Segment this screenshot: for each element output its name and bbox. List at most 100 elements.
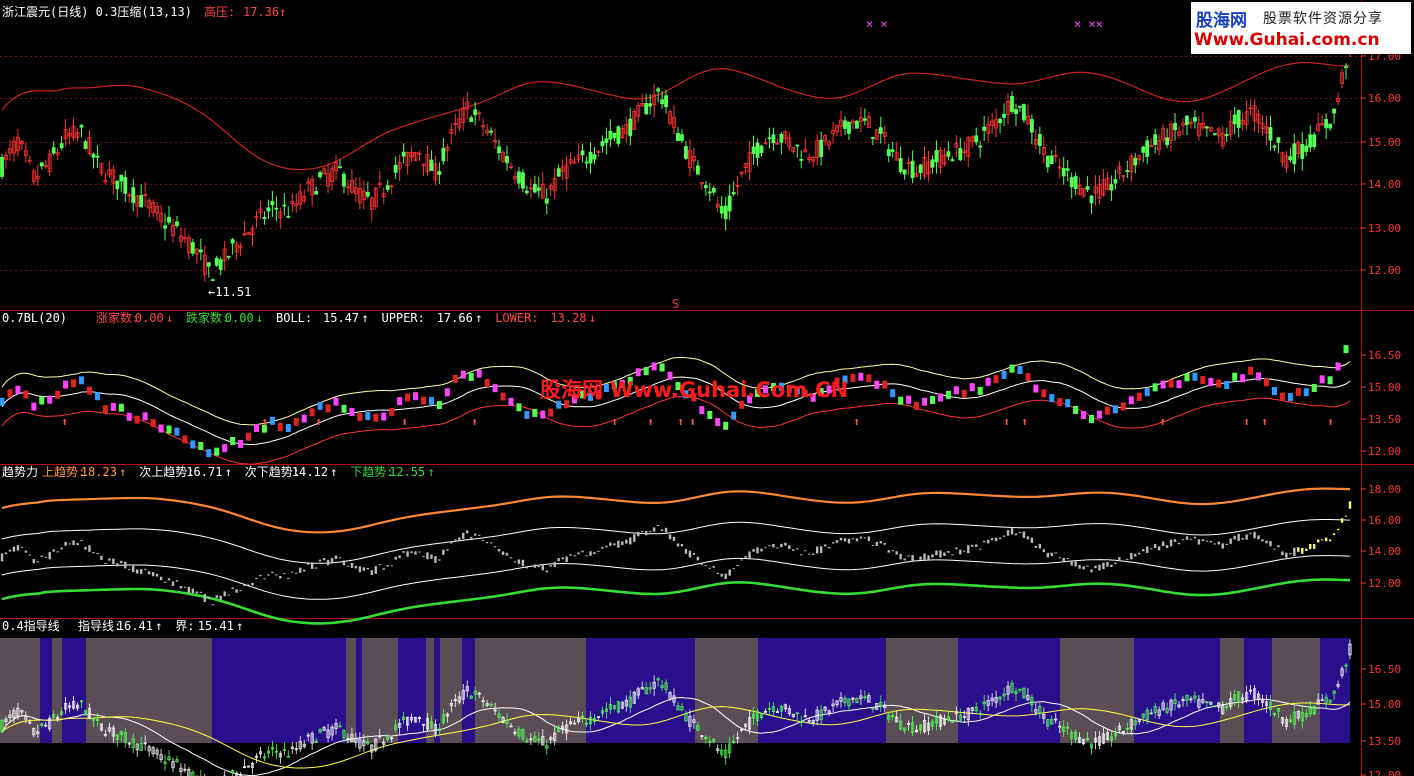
trend-bar (1086, 565, 1089, 567)
candle-body (342, 173, 346, 187)
trend-bar (823, 544, 827, 547)
legend-label: BOLL: (276, 311, 312, 325)
boll-block (63, 380, 69, 389)
candle-body (1113, 179, 1118, 184)
candle-body (131, 187, 136, 203)
candle-body (1069, 177, 1074, 188)
trend-bar (982, 540, 986, 543)
trend-bar (1181, 539, 1185, 541)
trend-bar (1289, 553, 1292, 555)
trend-bar (318, 559, 322, 562)
trend-bar (1002, 535, 1006, 537)
trend-bar (764, 547, 767, 549)
candle-body (755, 142, 760, 158)
buy-arrow-icon: ⬆ (647, 415, 654, 429)
candle-body (910, 160, 915, 179)
trend-bar (68, 543, 71, 545)
trend-bar (418, 551, 421, 553)
candle-body (847, 121, 851, 134)
boll-block (150, 419, 156, 428)
trend-bar (139, 569, 143, 574)
candle-body (862, 118, 867, 121)
boll-block (651, 362, 657, 371)
boll-block (1160, 380, 1166, 389)
buy-arrow-icon: ⬆ (1327, 415, 1334, 429)
candle-body (1085, 186, 1090, 190)
candle-body (497, 146, 501, 154)
trend-bar (505, 553, 509, 556)
trend-bar (430, 554, 433, 559)
boll-block (468, 372, 474, 381)
buy-arrow-icon: ⬆ (1159, 415, 1166, 429)
trend-bar (450, 541, 453, 544)
trend-bar (485, 542, 489, 544)
candle-body (83, 141, 88, 149)
x-marks-1: × × (866, 17, 888, 31)
trend-bar (1233, 535, 1236, 540)
trend-bar (1293, 547, 1296, 557)
boll-block (1327, 376, 1333, 385)
trend-bar (935, 550, 938, 556)
guide-zone (506, 638, 586, 743)
trend-bar (585, 555, 588, 557)
trend-bar (251, 582, 254, 586)
buy-arrow-icon: ⬆ (315, 415, 322, 429)
trend-bar (784, 542, 787, 546)
buy-arrow-icon: ⬆ (1003, 415, 1010, 429)
candle-body (532, 183, 537, 193)
boll-block (365, 412, 371, 421)
trend-bar (1110, 564, 1113, 568)
candle-body (1288, 156, 1293, 160)
trend-bar (549, 565, 552, 567)
guide-zone (1060, 638, 1134, 743)
trend-bar (577, 552, 580, 555)
candle-body (91, 153, 96, 158)
panel1-indicator-value: 17.36 (243, 5, 279, 19)
axis-tick-label: 13.00 (1368, 222, 1401, 235)
boll-block (1295, 387, 1301, 396)
boll-block (1144, 388, 1150, 397)
trend-bar (1185, 536, 1189, 540)
candle-body (1308, 134, 1313, 148)
trend-bar (1197, 539, 1201, 545)
candle-body (318, 172, 323, 178)
buy-arrow-icon: ⬆ (1021, 415, 1028, 429)
trend-bar (597, 550, 600, 552)
guide-zone (1272, 638, 1320, 743)
boll-block (1049, 394, 1055, 403)
axis-tick-label: 15.00 (1368, 381, 1401, 394)
trend-bar (481, 540, 485, 542)
candle-body (119, 174, 124, 182)
guide-zone (758, 638, 886, 743)
trend-bar (815, 546, 819, 554)
boll-block (174, 427, 180, 436)
boll-block (922, 397, 928, 406)
guide-zone (356, 638, 362, 743)
logo-slogan: 股票软件资源分享 (1263, 11, 1383, 27)
trend-bar (1149, 548, 1153, 550)
boll-block (476, 369, 482, 378)
trend-bar (537, 566, 541, 568)
trend-bar (1177, 542, 1181, 545)
trend-bar (525, 567, 529, 569)
trend-bar (808, 553, 811, 555)
trend-bar (1010, 528, 1014, 535)
legend-value: 13.28 (550, 311, 586, 325)
trend-bar (187, 586, 191, 594)
trend-bar (696, 556, 700, 561)
trend-bar (179, 586, 183, 589)
boll-block (866, 374, 872, 383)
trend-bar (1201, 539, 1205, 542)
trend-bar (1348, 501, 1352, 509)
candle-body (795, 144, 800, 147)
candle-body (819, 139, 824, 157)
candle-body (1193, 117, 1197, 122)
candle-body (644, 103, 649, 115)
boll-block (516, 403, 522, 412)
trend-bar (291, 571, 294, 573)
candle-body (1328, 123, 1333, 129)
boll-block (118, 403, 124, 412)
boll-block (166, 425, 172, 434)
trend-bar (561, 557, 564, 560)
trend-bar (64, 541, 67, 546)
